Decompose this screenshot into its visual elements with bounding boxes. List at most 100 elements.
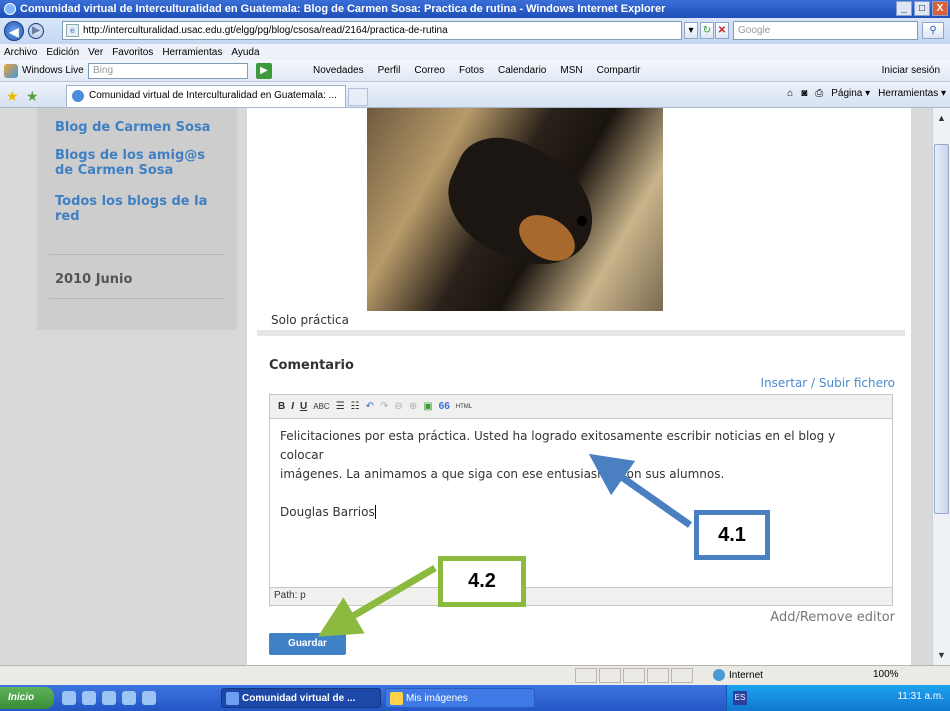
live-link-msn[interactable]: MSN <box>560 65 582 76</box>
back-button[interactable]: ◀ <box>4 21 24 41</box>
bing-go-button[interactable]: ▶ <box>256 63 272 79</box>
tab-bar: ★ ★ Comunidad virtual de Interculturalid… <box>0 82 950 108</box>
sidebar-archive-month[interactable]: 2010 Junio <box>55 272 132 287</box>
html-button[interactable]: HTML <box>456 404 472 410</box>
live-link-compartir[interactable]: Compartir <box>597 65 641 76</box>
blockquote-button[interactable]: 66 <box>439 401 450 412</box>
live-link-novedades[interactable]: Novedades <box>313 65 364 76</box>
tab-page-icon <box>72 90 84 102</box>
editor-body[interactable]: Felicitaciones por esta práctica. Usted … <box>270 419 892 530</box>
rich-text-editor[interactable]: B I U ABC ☰ ☷ ↶ ↷ ⊖ ⊕ ▣ 66 HTML Felicita… <box>269 394 893 606</box>
live-link-fotos[interactable]: Fotos <box>459 65 484 76</box>
numbered-list-button[interactable]: ☷ <box>351 401 360 412</box>
window-controls: _ □ X <box>896 1 948 16</box>
zoom-level[interactable]: 100% <box>873 669 899 680</box>
start-button[interactable]: Inicio <box>0 687 54 709</box>
add-favorites-icon[interactable]: ★ <box>26 88 39 105</box>
annotation-callout-4-2: 4.2 <box>438 556 526 607</box>
menu-favoritos[interactable]: Favoritos <box>112 47 153 58</box>
scroll-down-arrow-icon[interactable]: ▼ <box>933 647 950 663</box>
windows-live-bar: Windows Live Bing ▶ Novedades Perfil Cor… <box>0 60 950 82</box>
italic-button[interactable]: I <box>291 401 294 412</box>
sidebar: Blog de Carmen Sosa Blogs de los amig@s … <box>37 108 237 330</box>
address-url: http://interculturalidad.usac.edu.gt/elg… <box>83 25 448 36</box>
taskbar-item-images[interactable]: Mis imágenes <box>385 688 535 708</box>
quick-launch-icon[interactable] <box>102 691 116 705</box>
language-indicator[interactable]: ES <box>733 691 747 705</box>
sidebar-link-all-blogs[interactable]: Todos los blogs de la red <box>55 194 225 224</box>
quick-launch-icon[interactable] <box>82 691 96 705</box>
command-bar: ⌂ ◙ ⎙ Página ▾ Herramientas ▾ <box>787 88 946 99</box>
sidebar-link-friends-blogs[interactable]: Blogs de los amig@s de Carmen Sosa <box>55 148 225 178</box>
search-icon[interactable]: ⚲ <box>922 22 944 39</box>
maximize-button[interactable]: □ <box>914 1 930 16</box>
bing-search-input[interactable]: Bing <box>88 63 248 79</box>
bold-button[interactable]: B <box>278 401 285 412</box>
annotation-callout-4-1: 4.1 <box>694 510 770 560</box>
comment-heading: Comentario <box>269 358 354 373</box>
bullet-list-button[interactable]: ☰ <box>336 401 345 412</box>
sidebar-divider <box>49 298 225 299</box>
search-input[interactable]: Google <box>733 21 918 40</box>
windows-live-label[interactable]: Windows Live <box>22 65 84 76</box>
redo-button[interactable]: ↷ <box>380 401 388 412</box>
menu-archivo[interactable]: Archivo <box>4 47 37 58</box>
scroll-up-arrow-icon[interactable]: ▲ <box>933 110 950 126</box>
image-shape <box>430 121 614 285</box>
upload-file-link[interactable]: Insertar / Subir fichero <box>761 376 895 390</box>
live-link-correo[interactable]: Correo <box>414 65 445 76</box>
favorites-star-icon[interactable]: ★ <box>6 88 19 105</box>
quick-launch <box>62 691 156 705</box>
zone-label: Internet <box>729 669 763 681</box>
page-menu[interactable]: Página ▾ <box>831 88 870 99</box>
system-tray: ES 11:31 a.m. <box>726 685 950 711</box>
quick-launch-icon[interactable] <box>122 691 136 705</box>
close-button[interactable]: X <box>932 1 948 16</box>
forward-button[interactable]: ▶ <box>28 23 44 39</box>
minimize-button[interactable]: _ <box>896 1 912 16</box>
menu-ver[interactable]: Ver <box>88 47 103 58</box>
unlink-button[interactable]: ⊖ <box>394 401 402 412</box>
tools-menu[interactable]: Herramientas ▾ <box>878 88 946 99</box>
menu-herramientas[interactable]: Herramientas <box>162 47 222 58</box>
spellcheck-button[interactable]: ABC <box>313 402 329 411</box>
windows-live-icon <box>4 63 18 78</box>
globe-icon <box>713 669 725 681</box>
refresh-button[interactable]: ↻ <box>700 22 714 39</box>
image-button[interactable]: ▣ <box>423 401 432 412</box>
comment-text-line: imágenes. La animamos a que siga con ese… <box>280 467 725 481</box>
link-button[interactable]: ⊕ <box>409 401 417 412</box>
window-title-bar: Comunidad virtual de Interculturalidad e… <box>0 0 950 18</box>
scrollbar-thumb[interactable] <box>934 144 949 514</box>
live-link-calendario[interactable]: Calendario <box>498 65 546 76</box>
address-dropdown-button[interactable]: ▾ <box>684 22 698 39</box>
signin-link[interactable]: Iniciar sesión <box>882 65 940 76</box>
save-button[interactable]: Guardar <box>269 633 346 655</box>
menu-edicion[interactable]: Edición <box>46 47 79 58</box>
home-icon[interactable]: ⌂ <box>787 88 793 99</box>
taskbar: Inicio Comunidad virtual de ... Mis imág… <box>0 685 950 711</box>
undo-button[interactable]: ↶ <box>366 401 374 412</box>
image-shape <box>577 216 587 226</box>
menu-ayuda[interactable]: Ayuda <box>231 47 259 58</box>
quick-launch-icon[interactable] <box>62 691 76 705</box>
new-tab-button[interactable] <box>348 88 368 106</box>
live-link-perfil[interactable]: Perfil <box>378 65 401 76</box>
post-image-dog <box>367 108 663 311</box>
status-bar: Internet 100% <box>0 665 950 685</box>
taskbar-item-browser[interactable]: Comunidad virtual de ... <box>221 688 381 708</box>
address-bar[interactable]: e http://interculturalidad.usac.edu.gt/e… <box>62 21 682 40</box>
sidebar-link-blog[interactable]: Blog de Carmen Sosa <box>55 120 225 135</box>
editor-toolbar: B I U ABC ☰ ☷ ↶ ↷ ⊖ ⊕ ▣ 66 HTML <box>270 395 892 419</box>
browser-tab[interactable]: Comunidad virtual de Interculturalidad e… <box>66 85 346 107</box>
page-icon: e <box>66 24 79 37</box>
comment-signature: Douglas Barrios <box>280 505 376 519</box>
editor-path-bar: Path: p <box>270 587 892 605</box>
quick-launch-icon[interactable] <box>142 691 156 705</box>
add-remove-editor-link[interactable]: Add/Remove editor <box>770 610 895 625</box>
print-icon[interactable]: ⎙ <box>815 88 823 99</box>
stop-button[interactable]: ✕ <box>715 22 729 39</box>
vertical-scrollbar[interactable]: ▲ ▼ <box>932 108 950 665</box>
underline-button[interactable]: U <box>300 401 307 412</box>
feeds-icon[interactable]: ◙ <box>801 88 807 99</box>
